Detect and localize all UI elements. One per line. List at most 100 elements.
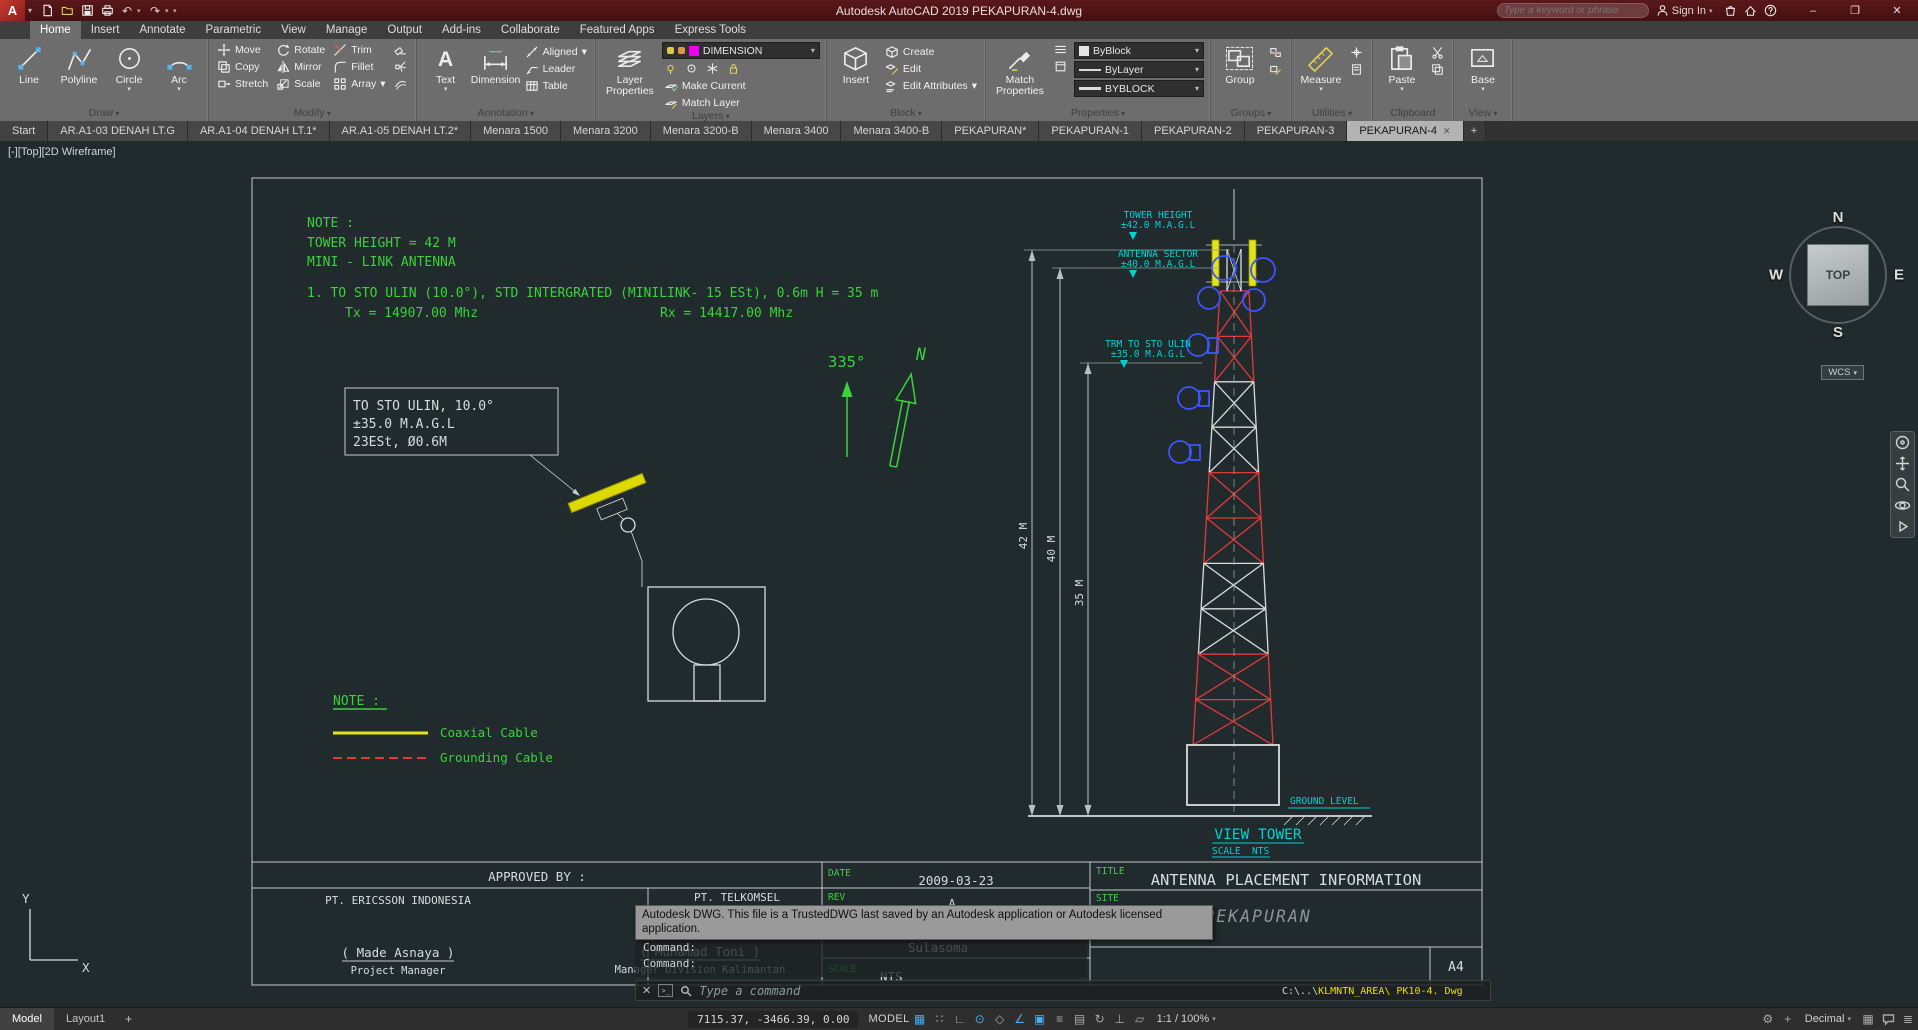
dynamic-ucs-toggle[interactable]: ▱ <box>1130 1010 1150 1028</box>
viewcube-west[interactable]: W <box>1769 267 1783 284</box>
save-button[interactable] <box>77 2 97 20</box>
file-tab-start[interactable]: Start <box>0 121 49 141</box>
antenna-detail[interactable] <box>567 472 766 702</box>
properties-list-icon[interactable] <box>1052 42 1070 57</box>
viewcube-north[interactable]: N <box>1833 209 1844 226</box>
units-dropdown[interactable]: Decimal ▾ <box>1798 1013 1858 1025</box>
quick-calc-button[interactable] <box>1348 62 1366 77</box>
lineweight-toggle[interactable]: ≡ <box>1050 1010 1070 1028</box>
copy-button[interactable]: Copy <box>215 59 270 74</box>
edit-block-button[interactable]: Edit <box>883 61 979 76</box>
fillet-button[interactable]: Fillet <box>331 59 387 74</box>
cable-legend[interactable]: NOTE : Coaxial Cable Grounding Cable <box>333 694 553 765</box>
tower-elevation[interactable]: 42 M 40 M 35 M TOWER HEIGHT ±42.0 M.A.G.… <box>1017 189 1372 858</box>
steering-wheel-icon[interactable] <box>1894 434 1911 451</box>
ucs-icon[interactable]: Y X <box>22 891 90 975</box>
object-snap-tracking-toggle[interactable]: ∠ <box>1010 1010 1030 1028</box>
tab-manage[interactable]: Manage <box>316 21 378 39</box>
tab-insert[interactable]: Insert <box>81 21 130 39</box>
orbit-icon[interactable] <box>1894 497 1911 514</box>
layer-isolate-button[interactable] <box>683 61 701 76</box>
new-layout-button[interactable]: + <box>117 1012 140 1026</box>
tab-view[interactable]: View <box>271 21 316 39</box>
ortho-toggle[interactable]: ∟ <box>950 1010 970 1028</box>
layer-dropdown[interactable]: DIMENSION ▾ <box>661 42 820 59</box>
file-tab[interactable]: PEKAPURAN-2 <box>1142 121 1245 141</box>
file-tab[interactable]: Menara 3200-B <box>650 121 752 141</box>
autocad-logo-icon[interactable]: A <box>0 0 25 21</box>
copy-clip-button[interactable] <box>1429 62 1447 77</box>
id-point-button[interactable] <box>1348 45 1366 60</box>
object-color-dropdown[interactable]: ByBlock ▾ <box>1073 42 1204 59</box>
viewcube-south[interactable]: S <box>1833 324 1843 341</box>
show-motion-icon[interactable] <box>1894 518 1911 535</box>
feedback-bubble-icon[interactable] <box>1878 1010 1898 1028</box>
group-edit-button[interactable] <box>1267 62 1285 77</box>
circle-button[interactable]: Circle ▾ <box>106 42 152 93</box>
viewcube[interactable]: N S W E TOP <box>1769 209 1904 341</box>
viewcube-east[interactable]: E <box>1894 267 1904 284</box>
north-arrow[interactable]: 335° N <box>828 345 926 468</box>
annotation-scale-control[interactable]: 1:1 / 100% ▾ <box>1150 1013 1223 1025</box>
insert-block-button[interactable]: Insert <box>833 42 879 86</box>
text-button[interactable]: A Text ▾ <box>423 42 469 93</box>
tab-parametric[interactable]: Parametric <box>196 21 272 39</box>
tab-annotate[interactable]: Annotate <box>129 21 195 39</box>
transparency-toggle[interactable]: ▤ <box>1070 1010 1090 1028</box>
array-button[interactable]: Array ▾ <box>331 76 387 91</box>
model-tab[interactable]: Model <box>0 1008 54 1030</box>
close-tab-icon[interactable]: ✕ <box>1443 126 1451 137</box>
layer-freeze-button[interactable] <box>704 61 722 76</box>
maximize-button[interactable]: ❐ <box>1834 0 1876 21</box>
grid-toggle[interactable]: ▦ <box>910 1010 930 1028</box>
file-tab[interactable]: Menara 1500 <box>471 121 561 141</box>
help-icon[interactable] <box>1764 4 1777 17</box>
tab-express-tools[interactable]: Express Tools <box>665 21 756 39</box>
pan-icon[interactable] <box>1894 455 1911 472</box>
ungroup-button[interactable] <box>1267 45 1285 60</box>
scale-button[interactable]: Scale <box>274 76 327 91</box>
file-tab[interactable]: PEKAPURAN-3 <box>1244 121 1348 141</box>
model-space-viewport[interactable]: NOTE : TOWER HEIGHT = 42 M MINI - LINK A… <box>0 141 1918 1007</box>
file-tab[interactable]: Menara 3400 <box>751 121 842 141</box>
rotate-button[interactable]: Rotate <box>274 42 327 57</box>
tab-featured-apps[interactable]: Featured Apps <box>570 21 665 39</box>
callout-box[interactable]: TO STO ULIN, 10.0° ±35.0 M.A.G.L 23ESt, … <box>344 387 580 496</box>
hardware-acceleration-icon[interactable]: ⚙ <box>1758 1010 1778 1028</box>
3d-object-snap-toggle[interactable]: ⊥ <box>1110 1010 1130 1028</box>
app-menu-caret-icon[interactable]: ▾ <box>25 6 35 15</box>
layer-properties-button[interactable]: Layer Properties <box>602 42 658 97</box>
viewcube-top-face[interactable]: TOP <box>1807 244 1869 306</box>
minimize-button[interactable]: – <box>1792 0 1834 21</box>
edit-attributes-button[interactable]: Edit Attributes ▾ <box>883 78 979 93</box>
explode-button[interactable] <box>392 59 410 74</box>
cut-button[interactable] <box>1429 45 1447 60</box>
match-layer-button[interactable]: Match Layer <box>662 95 820 110</box>
tab-addins[interactable]: Add-ins <box>432 21 491 39</box>
undo-button[interactable]: ↶ <box>117 2 137 20</box>
redo-caret-icon[interactable]: ▾ <box>165 7 173 15</box>
file-tab[interactable]: AR.A1-04 DENAH LT.1* <box>187 121 330 141</box>
arc-button[interactable]: Arc ▾ <box>156 42 202 93</box>
close-command-line-icon[interactable]: ✕ <box>642 984 651 997</box>
aligned-dimension-button[interactable]: Aligned ▾ <box>523 44 589 59</box>
object-snap-toggle[interactable]: ▣ <box>1030 1010 1050 1028</box>
tab-collaborate[interactable]: Collaborate <box>491 21 570 39</box>
redo-button[interactable]: ↷ <box>145 2 165 20</box>
snap-toggle[interactable]: ∷ <box>930 1010 950 1028</box>
properties-palette-icon[interactable] <box>1052 59 1070 74</box>
group-button[interactable]: Group <box>1217 42 1263 86</box>
base-view-button[interactable]: Base ▾ <box>1460 42 1506 93</box>
tab-home[interactable]: Home <box>30 21 81 39</box>
recent-commands-icon[interactable] <box>680 985 692 997</box>
linetype-dropdown[interactable]: ByLayer ▾ <box>1073 61 1204 78</box>
file-tab[interactable]: AR.A1-05 DENAH LT.2* <box>329 121 472 141</box>
file-tab[interactable]: PEKAPURAN-1 <box>1039 121 1143 141</box>
exchange-apps-icon[interactable] <box>1744 4 1757 17</box>
trim-button[interactable]: Trim <box>331 42 387 57</box>
polar-tracking-toggle[interactable]: ⊙ <box>970 1010 990 1028</box>
measure-button[interactable]: Measure ▾ <box>1298 42 1344 93</box>
general-notes[interactable]: NOTE : TOWER HEIGHT = 42 M MINI - LINK A… <box>307 216 879 321</box>
isometric-drafting-toggle[interactable]: ◇ <box>990 1010 1010 1028</box>
help-search-box[interactable] <box>1496 3 1649 18</box>
